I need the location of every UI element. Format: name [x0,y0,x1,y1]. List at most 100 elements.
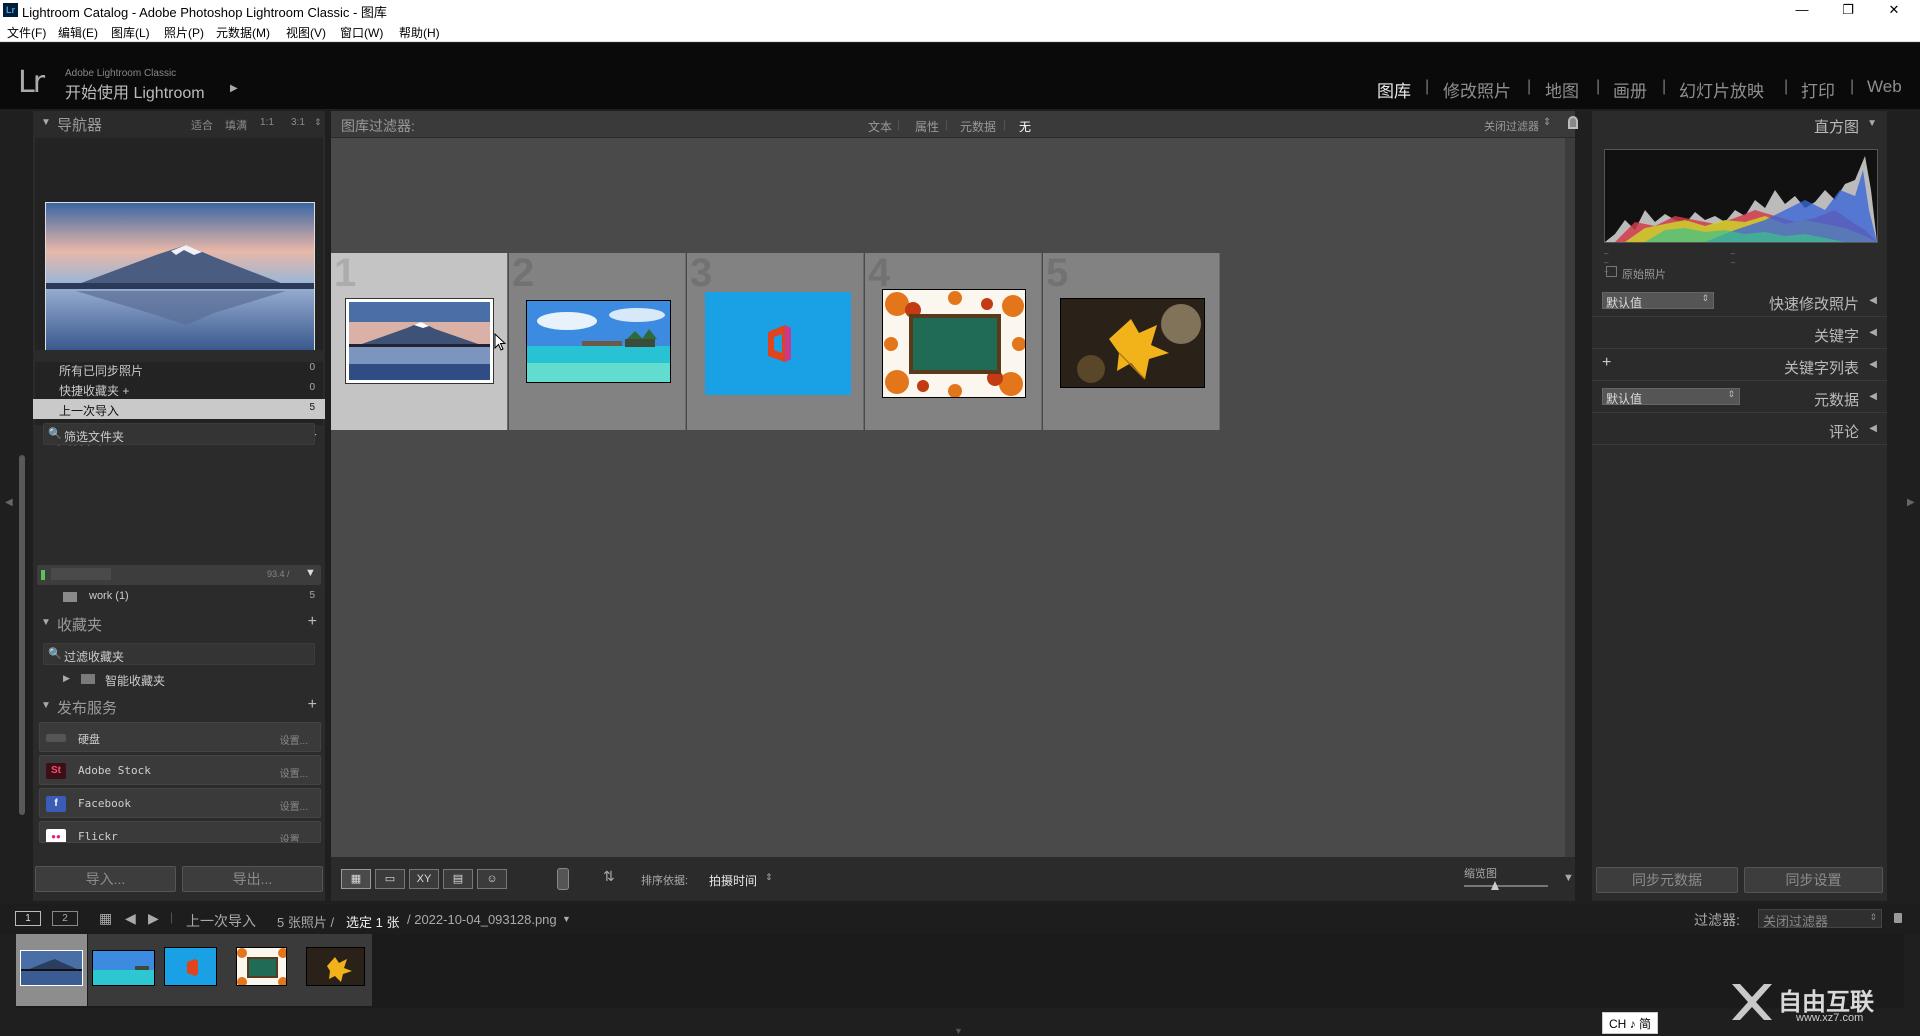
catalog-row-quick[interactable]: 快捷收藏夹 + 0 [33,379,325,399]
people-view-icon[interactable]: ☺ [477,869,507,889]
publish-facebook[interactable]: f Facebook 设置... [39,788,321,818]
thumbnail-office-logo[interactable] [705,292,851,395]
filmstrip-thumb-leaf[interactable] [306,947,365,986]
navigator-preview-image[interactable] [45,202,315,356]
forward-arrow-icon[interactable]: ▶ [148,910,159,927]
filmstrip-thumb-mount-fuji[interactable] [20,950,83,986]
sort-stepper-icon[interactable]: ⇕ [765,872,773,883]
minimize-icon[interactable]: — [1779,0,1825,21]
filmstrip-cell[interactable] [301,934,372,1006]
metadata-preset-select[interactable]: 默认值 ⇕ [1602,388,1740,406]
filmstrip-thumb-chalkboard[interactable] [236,947,287,986]
filter-tab-attribute[interactable]: 属性 [915,118,939,135]
publish-header[interactable]: ▼ 发布服务 + [33,694,325,720]
menu-help[interactable]: 帮助(H) [399,24,440,41]
filter-tab-none[interactable]: 无 [1019,118,1031,135]
service-setup[interactable]: 设置... [280,831,308,842]
zoom-3-1[interactable]: 3:1 [291,117,305,128]
expand-icon[interactable]: ▶ [63,673,70,684]
filter-tab-text[interactable]: 文本 [868,118,892,135]
navigator-header[interactable]: ▼ 导航器 适合 填满 1:1 3:1 ⇕ [33,111,325,137]
import-button[interactable]: 导入... [35,866,176,892]
zoom-stepper-icon[interactable]: ⇕ [314,117,322,128]
thumbnail-size-slider[interactable] [1464,885,1548,887]
grid-view-icon[interactable]: ▦ [99,910,112,927]
source-path[interactable]: 上一次导入 [186,911,256,931]
filmstrip-thumb-office[interactable] [164,947,217,986]
grid-view-icon[interactable]: ▦ [341,869,371,889]
thumbnail-yellow-leaf[interactable] [1060,298,1205,388]
zoom-fill[interactable]: 填满 [225,117,247,133]
original-photo-checkbox[interactable] [1606,266,1617,277]
publish-flickr[interactable]: ●● Flickr 设置... [39,821,321,843]
lock-icon[interactable] [1894,913,1902,923]
menu-file[interactable]: 文件(F) [7,24,46,41]
main-window-button[interactable]: 1 [15,911,41,926]
grid-cell-2[interactable]: 2 [509,251,686,430]
publish-hard-drive[interactable]: 硬盘 设置... [39,722,321,752]
lock-icon[interactable] [1568,116,1578,129]
sort-direction-icon[interactable]: ⇅ [603,868,615,885]
folder-filter-input[interactable]: 🔍 筛选文件夹 [43,423,315,445]
module-book[interactable]: 画册 [1613,77,1647,102]
module-map[interactable]: 地图 [1545,77,1579,102]
volume-bar[interactable]: 93.4 / ▼ [37,565,321,585]
grid-cell-1[interactable]: 1 [331,251,508,430]
service-setup[interactable]: 设置... [280,798,308,813]
filmstrip-cell[interactable] [159,934,230,1006]
back-arrow-icon[interactable]: ◀ [125,910,136,927]
quick-develop-header[interactable]: 默认值 ⇕ 快速修改照片 ◀ [1592,287,1887,317]
sync-settings-button[interactable]: 同步设置 [1744,867,1883,893]
zoom-1-1[interactable]: 1:1 [260,117,274,128]
right-panel-toggle-icon[interactable]: ▶ [1907,497,1915,508]
metadata-header[interactable]: 默认值 ⇕ 元数据 ◀ [1592,383,1887,413]
left-panel-scrollbar[interactable] [19,455,25,815]
close-icon[interactable]: ✕ [1871,0,1917,21]
filmstrip-cell[interactable] [16,934,87,1006]
module-develop[interactable]: 修改照片 [1443,77,1511,102]
survey-view-icon[interactable]: ▤ [443,869,473,889]
menu-library[interactable]: 图库(L) [111,24,150,41]
grid-cell-3[interactable]: 3 [687,251,864,430]
thumbnail-tropical-beach[interactable] [526,300,671,383]
module-print[interactable]: 打印 [1801,77,1835,102]
toolbar-menu-icon[interactable]: ▼ [1563,872,1574,884]
volume-menu-icon[interactable]: ▼ [305,567,316,579]
filmstrip-filter-select[interactable]: 关闭过滤器 ⇕ [1758,909,1882,929]
compare-view-icon[interactable]: XY [409,869,439,889]
filmstrip-cell[interactable] [230,934,301,1006]
grid-cell-5[interactable]: 5 [1043,251,1220,430]
grid-cell-4[interactable]: 4 [865,251,1042,430]
module-library[interactable]: 图库 [1377,77,1411,102]
restore-icon[interactable]: ❐ [1825,0,1871,21]
export-button[interactable]: 导出... [182,866,323,892]
filter-tab-metadata[interactable]: 元数据 [960,118,996,135]
ime-indicator[interactable]: CH ♪ 简 [1602,1012,1658,1034]
spray-can-icon[interactable] [557,868,569,890]
grid-scrollbar[interactable] [1565,138,1575,857]
thumbnail-mount-fuji[interactable] [345,298,494,384]
add-publish-icon[interactable]: + [308,696,317,714]
filter-preset-stepper-icon[interactable]: ⇕ [1543,117,1551,128]
collection-filter-input[interactable]: 🔍 过滤收藏夹 [43,643,315,665]
smart-collections-row[interactable]: ▶ 智能收藏夹 [33,669,325,689]
service-setup[interactable]: 设置... [280,732,308,747]
keyword-list-header[interactable]: + 关键字列表 ◀ [1592,351,1887,381]
catalog-row-last-import[interactable]: 上一次导入 5 [33,399,325,419]
sort-select[interactable]: 拍摄时间 [709,872,757,889]
second-window-button[interactable]: 2 [52,911,78,926]
identity-arrow-icon[interactable]: ▶ [230,83,238,94]
catalog-row-synced[interactable]: 所有已同步照片 0 [33,359,325,379]
filter-preset[interactable]: 关闭过滤器 [1484,118,1539,134]
sync-metadata-button[interactable]: 同步元数据 [1596,867,1738,893]
menu-edit[interactable]: 编辑(E) [58,24,98,41]
left-panel-toggle-icon[interactable]: ◀ [5,497,13,508]
histogram-header[interactable]: 直方图 ▼ [1592,111,1887,139]
module-slideshow[interactable]: 幻灯片放映 [1679,77,1764,102]
collections-header[interactable]: ▼ 收藏夹 + [33,611,325,637]
menu-photo[interactable]: 照片(P) [164,24,204,41]
add-collection-icon[interactable]: + [308,613,317,631]
menu-window[interactable]: 窗口(W) [340,24,383,41]
comments-header[interactable]: 评论 ◀ [1592,415,1887,445]
filmstrip-cell[interactable] [88,934,159,1006]
